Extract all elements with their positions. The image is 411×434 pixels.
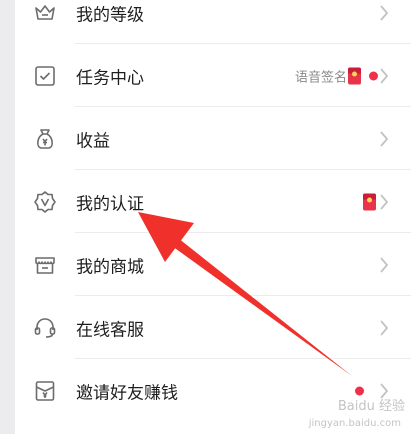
store-icon (33, 253, 57, 277)
headset-icon (33, 316, 57, 340)
verified-badge-icon (33, 190, 57, 214)
menu-item-certification[interactable]: 我的认证 (15, 170, 411, 233)
menu-item-label: 我的认证 (76, 194, 144, 214)
menu-item-label: 我的等级 (76, 5, 144, 25)
crown-icon (33, 1, 57, 25)
menu-item-earnings[interactable]: 收益 (15, 107, 411, 170)
watermark-url: jingyan.baidu.com (308, 418, 401, 429)
red-envelope-icon (348, 67, 361, 84)
menu-item-label: 收益 (76, 131, 110, 151)
chevron-right-icon (379, 130, 389, 147)
red-envelope-icon (363, 193, 376, 210)
chevron-right-icon (379, 193, 389, 210)
money-bag-icon (33, 127, 57, 151)
chevron-right-icon (379, 4, 389, 21)
menu-item-level[interactable]: 我的等级 (15, 0, 411, 44)
menu-item-label: 任务中心 (76, 68, 144, 88)
chevron-right-icon (379, 319, 389, 336)
task-hint-text: 语音签名 (294, 70, 347, 85)
watermark-logo: Baidu 经验 (337, 399, 405, 414)
menu-card: 我的等级 任务中心 语音签名 收益 我的认证 我的商城 在线客服 邀请好友赚钱 (15, 0, 411, 434)
notification-dot (369, 71, 378, 80)
checkbox-icon (33, 64, 57, 88)
menu-item-mall[interactable]: 我的商城 (15, 233, 411, 296)
menu-item-task-center[interactable]: 任务中心 语音签名 (15, 44, 411, 107)
invite-envelope-icon (33, 379, 57, 403)
chevron-right-icon (379, 256, 389, 273)
menu-item-customer-service[interactable]: 在线客服 (15, 296, 411, 359)
chevron-right-icon (379, 67, 389, 84)
notification-dot (355, 386, 364, 395)
menu-item-label: 我的商城 (76, 257, 144, 277)
menu-item-label: 邀请好友赚钱 (76, 383, 178, 403)
menu-item-label: 在线客服 (76, 320, 144, 340)
